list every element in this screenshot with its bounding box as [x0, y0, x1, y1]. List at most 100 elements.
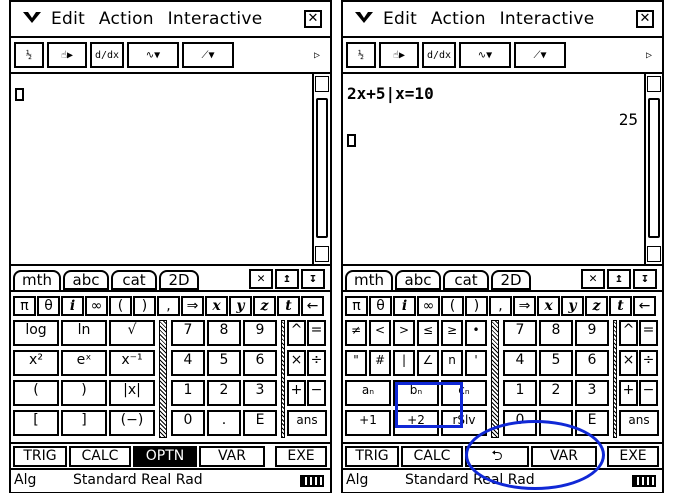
- main-work-area[interactable]: 2x+5|x=10 25: [343, 74, 644, 264]
- symbol-key[interactable]: θ: [37, 296, 60, 316]
- keyboard-close-icon[interactable]: ✕: [581, 269, 605, 289]
- scroll-thumb[interactable]: [316, 98, 328, 238]
- digit-key[interactable]: 5: [207, 350, 241, 376]
- symbol-key[interactable]: ": [345, 350, 367, 376]
- operator-key[interactable]: +: [287, 380, 306, 406]
- function-key[interactable]: (−): [109, 410, 155, 436]
- symbol-key[interactable]: ∠: [417, 350, 439, 376]
- symbol-key[interactable]: ,: [157, 296, 180, 316]
- main-work-area[interactable]: [11, 74, 312, 264]
- menu-action[interactable]: Action: [431, 9, 486, 29]
- menu-interactive[interactable]: Interactive: [500, 9, 595, 29]
- symbol-key[interactable]: ∞: [85, 296, 108, 316]
- menu-interactive[interactable]: Interactive: [168, 9, 263, 29]
- tab-mth[interactable]: mth: [345, 270, 393, 290]
- operator-key[interactable]: ×: [287, 350, 306, 376]
- keyboard-down-icon[interactable]: ↧: [633, 269, 657, 289]
- symbol-key[interactable]: y: [229, 296, 252, 316]
- symbol-key[interactable]: ←: [633, 296, 656, 316]
- optn-button[interactable]: OPTN: [133, 446, 197, 467]
- digit-key[interactable]: 0: [171, 410, 205, 436]
- down-chevron-icon[interactable]: [21, 9, 43, 27]
- symbol-key[interactable]: ≠: [345, 320, 367, 346]
- fraction-toggle-button[interactable]: ½: [346, 42, 376, 68]
- operator-key[interactable]: ^: [287, 320, 306, 346]
- ans-key[interactable]: ans: [619, 410, 659, 436]
- symbol-key[interactable]: π: [13, 296, 36, 316]
- tab-abc[interactable]: abc: [63, 270, 109, 290]
- symbol-key[interactable]: ≤: [417, 320, 439, 346]
- symbol-key[interactable]: x: [205, 296, 228, 316]
- symbol-key[interactable]: •: [465, 320, 487, 346]
- hand-play-button[interactable]: ☝▶: [379, 42, 419, 68]
- digit-key[interactable]: 9: [243, 320, 277, 346]
- trig-button[interactable]: TRIG: [13, 446, 67, 467]
- trig-button[interactable]: TRIG: [345, 446, 399, 467]
- digit-key[interactable]: 3: [575, 380, 609, 406]
- symbol-key[interactable]: x: [537, 296, 560, 316]
- function-key[interactable]: ln: [61, 320, 107, 346]
- symbol-key[interactable]: ⇒: [181, 296, 204, 316]
- function-key[interactable]: x⁻¹: [109, 350, 155, 376]
- line-graph-dropdown-button[interactable]: ⟋▼: [182, 42, 234, 68]
- operator-key[interactable]: =: [639, 320, 658, 346]
- function-key[interactable]: ): [61, 380, 107, 406]
- hand-play-button[interactable]: ☝▶: [47, 42, 87, 68]
- work-scrollbar[interactable]: [312, 74, 330, 264]
- keyboard-close-icon[interactable]: ✕: [249, 269, 273, 289]
- close-icon[interactable]: ✕: [636, 10, 654, 28]
- close-icon[interactable]: ✕: [304, 10, 322, 28]
- down-chevron-icon[interactable]: [353, 9, 375, 27]
- symbol-key[interactable]: <: [369, 320, 391, 346]
- toolbar-scroll-right-icon[interactable]: ▷: [307, 42, 327, 68]
- symbol-key[interactable]: ≥: [441, 320, 463, 346]
- digit-key[interactable]: 6: [243, 350, 277, 376]
- symbol-key[interactable]: |: [393, 350, 415, 376]
- digit-key[interactable]: 5: [539, 350, 573, 376]
- digit-key[interactable]: 8: [207, 320, 241, 346]
- graph-dropdown-button[interactable]: ∿▼: [127, 42, 179, 68]
- digit-key[interactable]: 6: [575, 350, 609, 376]
- digit-key[interactable]: 1: [503, 380, 537, 406]
- function-key[interactable]: +1: [345, 410, 391, 436]
- symbol-key[interactable]: ←: [301, 296, 324, 316]
- scroll-thumb[interactable]: [648, 98, 660, 238]
- operator-key[interactable]: ^: [619, 320, 638, 346]
- symbol-key[interactable]: z: [253, 296, 276, 316]
- scroll-up-icon[interactable]: [315, 76, 329, 92]
- symbol-key[interactable]: ): [465, 296, 488, 316]
- symbol-key[interactable]: t: [609, 296, 632, 316]
- menu-edit[interactable]: Edit: [383, 9, 417, 29]
- exe-button[interactable]: EXE: [607, 446, 659, 467]
- digit-key[interactable]: 4: [503, 350, 537, 376]
- tab-mth[interactable]: mth: [13, 270, 61, 290]
- digit-key[interactable]: 7: [171, 320, 205, 346]
- symbol-key[interactable]: π: [345, 296, 368, 316]
- symbol-key[interactable]: ': [465, 350, 487, 376]
- derivative-button[interactable]: d/dx: [90, 42, 124, 68]
- symbol-key[interactable]: ): [133, 296, 156, 316]
- symbol-key[interactable]: ,: [489, 296, 512, 316]
- operator-key[interactable]: ÷: [639, 350, 658, 376]
- function-key[interactable]: x²: [13, 350, 59, 376]
- digit-key[interactable]: .: [207, 410, 241, 436]
- digit-key[interactable]: 1: [171, 380, 205, 406]
- digit-key[interactable]: 7: [503, 320, 537, 346]
- symbol-key[interactable]: ⇒: [513, 296, 536, 316]
- function-key[interactable]: |x|: [109, 380, 155, 406]
- symbol-key[interactable]: y: [561, 296, 584, 316]
- digit-key[interactable]: 2: [207, 380, 241, 406]
- ans-key[interactable]: ans: [287, 410, 327, 436]
- digit-key[interactable]: E: [243, 410, 277, 436]
- symbol-key[interactable]: ∞: [417, 296, 440, 316]
- function-key[interactable]: √: [109, 320, 155, 346]
- tab-cat[interactable]: cat: [111, 270, 157, 290]
- calc-button[interactable]: CALC: [401, 446, 463, 467]
- symbol-key[interactable]: i: [61, 296, 84, 316]
- tab-2d[interactable]: 2D: [159, 270, 199, 290]
- keyboard-up-icon[interactable]: ↥: [275, 269, 299, 289]
- symbol-key[interactable]: θ: [369, 296, 392, 316]
- operator-key[interactable]: +: [619, 380, 638, 406]
- digit-key[interactable]: 3: [243, 380, 277, 406]
- operator-key[interactable]: −: [307, 380, 326, 406]
